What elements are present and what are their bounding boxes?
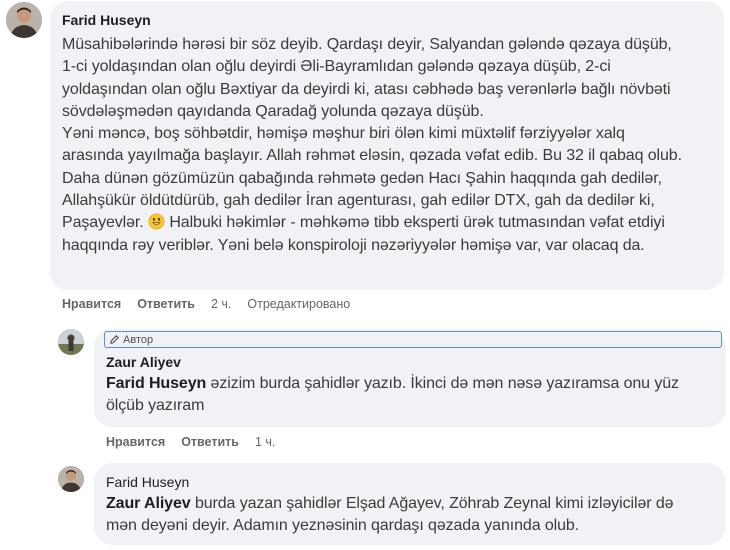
comment-text-span: Halbuki həkimlər - məhkəmə tibb eksperti… xyxy=(169,214,665,232)
mention-link[interactable]: Farid Huseyn xyxy=(106,375,206,392)
reply-author[interactable]: Zaur Aliyev xyxy=(106,354,181,370)
comment-line: sövdələşmədən qayıdanda Qaradağ yolunda … xyxy=(62,102,484,120)
reply-actions: Нравится Ответить 1 ч. xyxy=(106,435,275,449)
comment-line: Paşayevlər. Halbuki həkimlər - məhkəmə t… xyxy=(62,212,722,234)
avatar-farid-huseyn[interactable] xyxy=(6,2,42,38)
edited-label[interactable]: Отредактировано xyxy=(247,297,350,311)
comment-timestamp[interactable]: 2 ч. xyxy=(211,297,231,311)
comment-text-span: əzizim burda şahidlər yazıb. İkinci də m… xyxy=(210,375,680,392)
comment-line: Daha dünən gözümüzün qabağında rəhmətə g… xyxy=(62,169,662,187)
reply-button[interactable]: Ответить xyxy=(181,435,239,449)
reply-text: Zaur Aliyev burda yazan şahidlər Elşad A… xyxy=(106,493,718,538)
avatar-farid-huseyn[interactable] xyxy=(58,466,84,492)
pencil-icon xyxy=(110,335,119,344)
mention-link[interactable]: Zaur Aliyev xyxy=(106,495,191,512)
author-badge: Автор xyxy=(104,331,722,348)
comment-line: Allahşükür öldütdürüb, gah dedilər İran … xyxy=(62,192,655,210)
comment-text-span: burda yazan şahidlər Elşad Ağayev, Zöhra… xyxy=(194,495,674,512)
comment-timestamp[interactable]: 1 ч. xyxy=(255,435,275,449)
comment-line: 1-ci yoldaşından olan oğlu deyirdi Əli-B… xyxy=(62,58,611,76)
comment-line: mən deyəni deyir. Adamın yeznəsinin qard… xyxy=(106,517,580,535)
comment-line: Müsahibələrində hərəsi bir söz deyib. Qa… xyxy=(62,36,672,53)
comment-author[interactable]: Farid Huseyn xyxy=(62,12,151,28)
comment-actions: Нравится Ответить 2 ч. Отредактировано xyxy=(62,297,350,311)
reply-text: Farid Huseyn əzizim burda şahidlər yazıb… xyxy=(106,373,718,418)
comment-line: arasında yayılmağa başlayır. Allah rəhmə… xyxy=(62,147,682,165)
reply-button[interactable]: Ответить xyxy=(137,297,195,311)
comment-bubble: Farid Huseyn Müsahibələrində hərəsi bir … xyxy=(50,1,724,290)
like-button[interactable]: Нравится xyxy=(62,297,121,311)
comment-line: Yəni məncə, boş söhbətdir, həmişə məşhur… xyxy=(62,125,625,143)
comment-text: Müsahibələrində hərəsi bir söz deyib. Qa… xyxy=(62,34,722,257)
author-badge-label: Автор xyxy=(123,333,154,346)
comment-line: haqqında rəy veriblər. Yəni belə konspir… xyxy=(62,236,645,254)
comment-text-span: Paşayevlər. xyxy=(62,214,144,232)
comment-line: Zaur Aliyev burda yazan şahidlər Elşad A… xyxy=(106,493,718,515)
comment-line: Farid Huseyn əzizim burda şahidlər yazıb… xyxy=(106,373,718,395)
comment-line: yoldaşından olan oğlu Bəxtiyar da deyird… xyxy=(62,80,671,98)
smiley-emoji-icon xyxy=(148,213,165,230)
reply-author[interactable]: Farid Huseyn xyxy=(106,474,189,490)
avatar-zaur-aliyev[interactable] xyxy=(58,329,84,355)
comment-line: ölçüb yazıram xyxy=(106,397,205,415)
like-button[interactable]: Нравится xyxy=(106,435,165,449)
